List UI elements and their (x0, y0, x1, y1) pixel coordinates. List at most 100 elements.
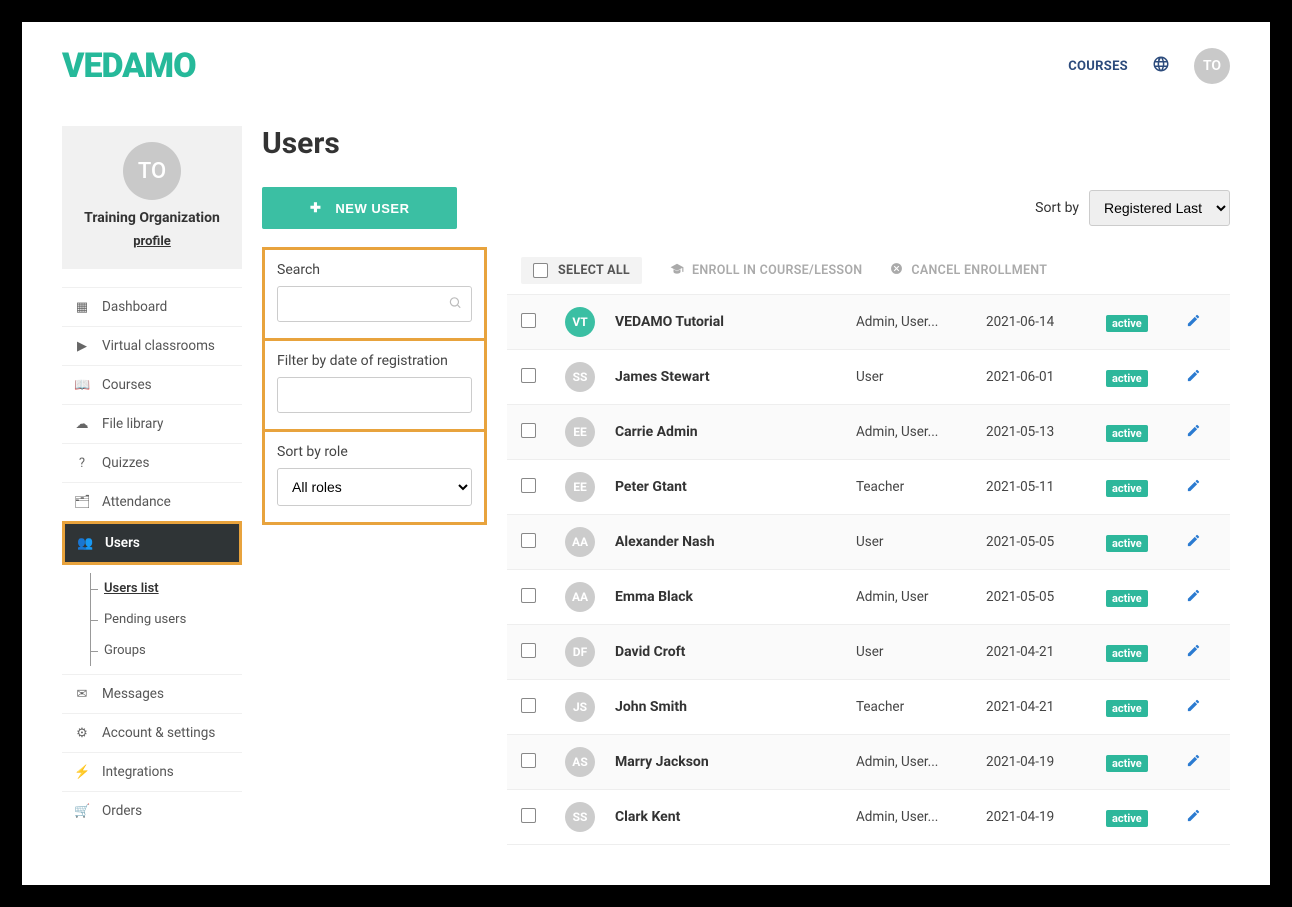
sidebar: TO Training Organization profile ▦Dashbo… (62, 126, 242, 830)
edit-icon[interactable] (1186, 698, 1216, 717)
user-name[interactable]: Peter Gtant (615, 479, 846, 495)
sort-select[interactable]: Registered Last (1089, 190, 1230, 226)
search-input[interactable] (277, 286, 472, 322)
header-avatar[interactable]: TO (1194, 48, 1230, 84)
new-user-button[interactable]: ✚ NEW USER (262, 187, 457, 229)
user-role: Admin, User... (856, 424, 976, 440)
sidebar-item-label: Quizzes (102, 455, 149, 471)
sidebar-item-file-library[interactable]: ☁File library (62, 404, 242, 443)
filter-search-box: Search (262, 247, 487, 341)
user-name[interactable]: John Smith (615, 699, 846, 715)
user-name[interactable]: Carrie Admin (615, 424, 846, 440)
edit-icon[interactable] (1186, 643, 1216, 662)
date-filter-input[interactable] (277, 377, 472, 413)
edit-icon[interactable] (1186, 808, 1216, 827)
sidebar-item-messages[interactable]: ✉Messages (62, 674, 242, 713)
sidebar-profile-card: TO Training Organization profile (62, 126, 242, 269)
sidebar-item-account-settings[interactable]: ⚙Account & settings (62, 713, 242, 752)
role-filter-select[interactable]: All roles (277, 468, 472, 506)
sidebar-item-users[interactable]: 👥Users (62, 521, 242, 565)
status-badge: active (1106, 810, 1148, 827)
edit-icon[interactable] (1186, 588, 1216, 607)
user-date: 2021-05-11 (986, 479, 1096, 495)
edit-icon[interactable] (1186, 478, 1216, 497)
sidebar-nav: ▦Dashboard▶Virtual classrooms📖Courses☁Fi… (62, 287, 242, 830)
user-name[interactable]: David Croft (615, 644, 846, 660)
header-right: COURSES TO (1068, 48, 1230, 84)
org-name: Training Organization (72, 210, 232, 226)
user-date: 2021-04-21 (986, 644, 1096, 660)
sidebar-item-courses[interactable]: 📖Courses (62, 365, 242, 404)
sidebar-item-integrations[interactable]: ⚡Integrations (62, 752, 242, 791)
sidebar-item-quizzes[interactable]: ?Quizzes (62, 443, 242, 482)
user-name[interactable]: Emma Black (615, 589, 846, 605)
user-name[interactable]: VEDAMO Tutorial (615, 314, 846, 330)
sidebar-item-orders[interactable]: 🛒Orders (62, 791, 242, 830)
row-checkbox[interactable] (521, 808, 536, 823)
user-row: DFDavid CroftUser2021-04-21active (507, 625, 1230, 680)
row-checkbox[interactable] (521, 533, 536, 548)
row-checkbox[interactable] (521, 588, 536, 603)
user-name[interactable]: Marry Jackson (615, 754, 846, 770)
status-badge: active (1106, 480, 1148, 497)
integrations-icon: ⚡ (74, 765, 90, 780)
row-checkbox[interactable] (521, 698, 536, 713)
sidebar-subitem-pending-users[interactable]: Pending users (90, 604, 242, 635)
row-checkbox[interactable] (521, 313, 536, 328)
user-date: 2021-05-05 (986, 589, 1096, 605)
user-avatar: SS (565, 802, 595, 832)
select-all-label[interactable]: SELECT ALL (558, 263, 630, 278)
row-checkbox[interactable] (521, 423, 536, 438)
status-badge: active (1106, 590, 1148, 607)
sidebar-item-label: Dashboard (102, 299, 167, 315)
file-library-icon: ☁ (74, 417, 90, 432)
sidebar-item-virtual-classrooms[interactable]: ▶Virtual classrooms (62, 326, 242, 365)
globe-icon[interactable] (1152, 55, 1170, 77)
cancel-enrollment-action[interactable]: CANCEL ENROLLMENT (890, 262, 1047, 279)
user-date: 2021-05-13 (986, 424, 1096, 440)
edit-icon[interactable] (1186, 753, 1216, 772)
role-filter-label: Sort by role (277, 444, 472, 460)
sidebar-item-label: Users (105, 535, 140, 551)
status-badge: active (1106, 755, 1148, 772)
sidebar-item-dashboard[interactable]: ▦Dashboard (62, 287, 242, 326)
user-role: Admin, User (856, 589, 976, 605)
nav-courses-link[interactable]: COURSES (1068, 59, 1128, 74)
main-content: Users ✚ NEW USER Sort by Registered Last (262, 126, 1230, 845)
row-checkbox[interactable] (521, 753, 536, 768)
sidebar-subitem-groups[interactable]: Groups (90, 635, 242, 666)
status-badge: active (1106, 315, 1148, 332)
edit-icon[interactable] (1186, 423, 1216, 442)
user-avatar: AA (565, 527, 595, 557)
row-checkbox[interactable] (521, 643, 536, 658)
user-avatar: AA (565, 582, 595, 612)
user-name[interactable]: Alexander Nash (615, 534, 846, 550)
status-badge: active (1106, 425, 1148, 442)
courses-icon: 📖 (74, 378, 90, 393)
app-frame: VEDAMO COURSES TO TO Training Organizati… (22, 22, 1270, 885)
row-checkbox[interactable] (521, 478, 536, 493)
user-role: Admin, User... (856, 809, 976, 825)
row-checkbox[interactable] (521, 368, 536, 383)
user-row: EECarrie AdminAdmin, User...2021-05-13ac… (507, 405, 1230, 460)
status-badge: active (1106, 370, 1148, 387)
filter-date-box: Filter by date of registration (262, 341, 487, 432)
edit-icon[interactable] (1186, 368, 1216, 387)
user-row: EEPeter GtantTeacher2021-05-11active (507, 460, 1230, 515)
select-all-checkbox[interactable] (533, 263, 548, 278)
enroll-action[interactable]: ENROLL IN COURSE/LESSON (670, 262, 862, 280)
user-name[interactable]: James Stewart (615, 369, 846, 385)
user-role: User (856, 644, 976, 660)
sidebar-avatar: TO (123, 142, 181, 200)
edit-icon[interactable] (1186, 313, 1216, 332)
user-avatar: EE (565, 472, 595, 502)
user-name[interactable]: Clark Kent (615, 809, 846, 825)
user-date: 2021-05-05 (986, 534, 1096, 550)
edit-icon[interactable] (1186, 533, 1216, 552)
user-avatar: DF (565, 637, 595, 667)
sidebar-subitem-users-list[interactable]: Users list (90, 573, 242, 604)
status-badge: active (1106, 700, 1148, 717)
sidebar-item-attendance[interactable]: 🗂Attendance (62, 482, 242, 521)
sidebar-item-label: Orders (102, 803, 142, 819)
profile-link[interactable]: profile (133, 234, 171, 249)
